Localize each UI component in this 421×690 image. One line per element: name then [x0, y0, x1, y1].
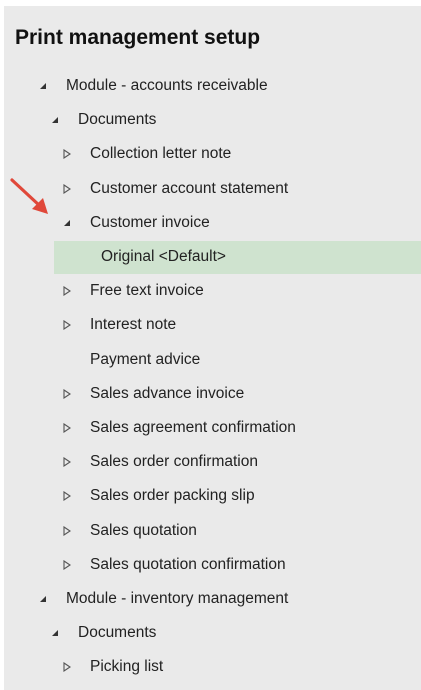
collapsed-caret-icon[interactable] — [62, 149, 72, 160]
page-title: Print management setup — [15, 26, 261, 49]
tree-node[interactable]: Interest note — [4, 309, 421, 342]
tree-node[interactable]: Picking list — [4, 651, 421, 684]
tree-node-label: Sales advance invoice — [90, 384, 245, 402]
tree-node[interactable]: Customer invoice — [4, 207, 421, 240]
tree-node[interactable]: Module - inventory management — [4, 583, 421, 616]
tree-node-label: Free text invoice — [90, 282, 204, 300]
tree-node[interactable]: Sales agreement confirmation — [4, 412, 421, 445]
tree-node[interactable]: Original <Default> — [4, 241, 421, 274]
collapsed-caret-icon[interactable] — [62, 662, 72, 673]
tree-node-label: Original <Default> — [101, 248, 226, 265]
tree-node-label: Collection letter note — [90, 145, 232, 163]
collapsed-caret-icon[interactable] — [62, 525, 72, 536]
tree-node[interactable]: Sales order packing slip — [4, 480, 421, 513]
tree-node-label: Customer invoice — [90, 213, 210, 231]
expanded-caret-icon[interactable] — [38, 81, 48, 91]
collapsed-caret-icon[interactable] — [62, 286, 72, 297]
tree-node[interactable]: Sales order confirmation — [4, 446, 421, 479]
tree-node-label: Payment advice — [90, 350, 201, 368]
collapsed-caret-icon[interactable] — [62, 457, 72, 468]
tree-node-label: Module - inventory management — [66, 590, 289, 607]
tree-node[interactable]: Module - accounts receivable — [4, 70, 421, 103]
expanded-caret-icon[interactable] — [38, 594, 48, 604]
tree-node-label: Sales order packing slip — [90, 487, 255, 505]
tree-node-label: Sales agreement confirmation — [90, 419, 296, 436]
tree-node-label: Interest note — [90, 316, 177, 334]
tree-node-label: Sales order confirmation — [90, 453, 258, 471]
collapsed-caret-icon[interactable] — [62, 183, 72, 194]
tree-node[interactable]: Sales quotation confirmation — [4, 549, 421, 582]
expanded-caret-icon[interactable] — [62, 218, 72, 228]
tree-node-label: Documents — [78, 111, 157, 129]
tree-node[interactable]: Documents — [4, 617, 421, 650]
tree-node-label: Sales quotation — [90, 521, 197, 539]
collapsed-caret-icon[interactable] — [62, 491, 72, 502]
collapsed-caret-icon[interactable] — [62, 559, 72, 570]
tree-node[interactable]: Sales quotation — [4, 515, 421, 548]
tree-node-label: Documents — [78, 624, 157, 642]
expanded-caret-icon[interactable] — [50, 628, 60, 638]
expanded-caret-icon[interactable] — [50, 115, 60, 125]
collapsed-caret-icon[interactable] — [62, 388, 72, 399]
tree-node[interactable]: Customer account statement — [4, 173, 421, 206]
tree-node[interactable]: Sales advance invoice — [4, 378, 421, 411]
tree-node[interactable]: Collection letter note — [4, 138, 421, 171]
tree-node-label: Module - accounts receivable — [66, 77, 268, 94]
tree-node[interactable]: Payment advice — [4, 344, 421, 377]
tree-node[interactable]: Documents — [4, 104, 421, 137]
tree-node-label: Customer account statement — [90, 179, 289, 197]
tree-node-label: Sales quotation confirmation — [90, 555, 286, 573]
tree-node[interactable]: Free text invoice — [4, 275, 421, 308]
tree-node-label: Picking list — [90, 658, 164, 676]
red-arrow-icon — [10, 178, 48, 214]
collapsed-caret-icon[interactable] — [62, 423, 72, 433]
collapsed-caret-icon[interactable] — [62, 320, 72, 331]
